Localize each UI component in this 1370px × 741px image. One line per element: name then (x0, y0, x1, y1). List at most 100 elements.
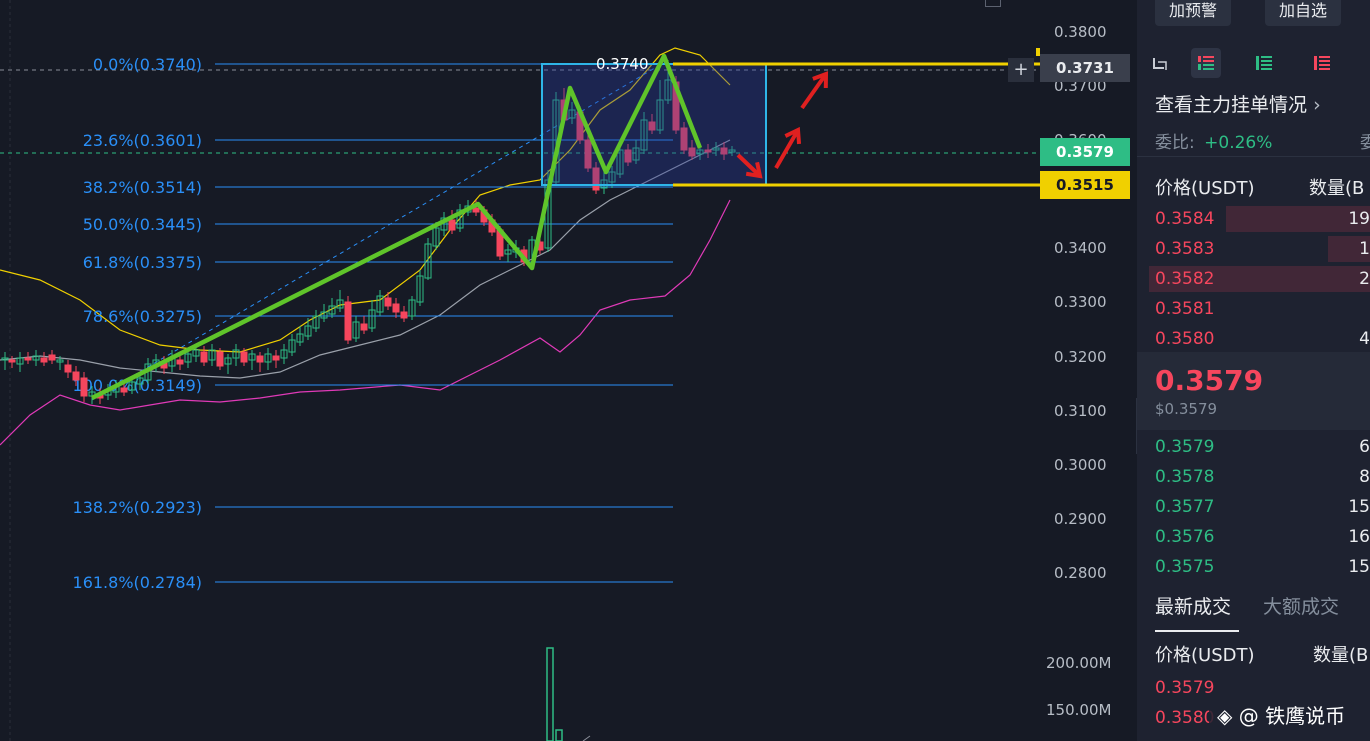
axis-tick: 0.3800 (1054, 23, 1107, 41)
annotations: 0.3740 (90, 48, 1040, 401)
candlestick-chart[interactable]: 0.0%(0.3740) 23.6%(0.3601) 38.2%(0.3514) 50… (0, 0, 1137, 741)
orderbook-bids-icon[interactable] (1249, 48, 1279, 78)
fib-level-label: 0.0%(0.3740) (93, 55, 202, 74)
ratio-right-label: 委 (1360, 133, 1370, 153)
price-axis[interactable]: 0.3800 0.3700 0.3600 0.3500 0.3400 0.330… (1040, 0, 1136, 741)
candle-body (392, 303, 400, 313)
fib-level-label: 161.8%(0.2784) (73, 573, 202, 592)
candle-body (24, 357, 32, 361)
whale-orders-link[interactable]: 查看主力挂单情况 › (1155, 90, 1321, 117)
active-tab-underline (1155, 630, 1239, 632)
candle-body (200, 351, 208, 363)
bid-qty: 6 (1359, 437, 1370, 457)
mid-price: 0.3579 (1155, 364, 1264, 397)
depth-toggle-icon[interactable] (1145, 48, 1175, 78)
candle-body (272, 355, 280, 361)
ask-price: 0.3580 (1155, 329, 1215, 349)
axis-tick: 0.3300 (1054, 293, 1107, 311)
bid-row[interactable]: 0.3579 6 (1137, 432, 1370, 462)
bid-qty: 16 (1348, 527, 1370, 547)
bid-qty: 15 (1348, 557, 1370, 577)
candle-body (64, 364, 72, 373)
ratio-value: +0.26% (1204, 133, 1273, 153)
support-price-tag: 0.3515 (1040, 171, 1130, 199)
volume-bars (546, 647, 591, 741)
candle-body (240, 351, 248, 363)
candle-body (384, 297, 392, 307)
volume-bar (582, 735, 591, 741)
ask-row[interactable]: 0.3581 (1137, 294, 1370, 324)
chart-corner-icon[interactable] (985, 0, 1001, 7)
candle-body (256, 355, 264, 363)
axis-tick: 0.3400 (1054, 239, 1107, 257)
watermark-text: @ 铁鹰说币 (1238, 704, 1346, 728)
bid-row[interactable]: 0.3575 15 (1137, 552, 1370, 582)
last-price-tag: 0.3579 (1040, 138, 1130, 166)
candle-body (80, 377, 88, 397)
watermark: ◈ @ 铁鹰说币 (1209, 700, 1354, 732)
bid-price: 0.3576 (1155, 527, 1215, 547)
bid-price: 0.3579 (1155, 437, 1215, 457)
divider (1137, 156, 1370, 157)
bid-price: 0.3577 (1155, 497, 1215, 517)
ask-price: 0.3582 (1155, 269, 1215, 289)
orderbook-both-icon[interactable] (1191, 48, 1221, 78)
candle-body (120, 387, 128, 393)
candle-body (344, 301, 352, 341)
candle-body (48, 354, 56, 361)
ask-row[interactable]: 0.3584 19 (1137, 204, 1370, 234)
candle-body (360, 323, 368, 331)
bid-price: 0.3575 (1155, 557, 1215, 577)
tab-latest-trades[interactable]: 最新成交 (1155, 592, 1231, 619)
ask-row[interactable]: 0.3582 2 (1137, 264, 1370, 294)
chevron-right-icon: › (1313, 94, 1321, 116)
binance-logo-icon: ◈ (1217, 704, 1239, 728)
candle-body (40, 357, 48, 363)
axis-tick: 0.3100 (1054, 402, 1107, 420)
candle-body (8, 359, 16, 363)
chart-canvas[interactable]: 0.0%(0.3740) 23.6%(0.3601) 38.2%(0.3514) 50… (0, 0, 1040, 741)
ask-qty: 4 (1359, 329, 1370, 349)
ask-price: 0.3581 (1155, 299, 1215, 319)
volume-bar (555, 729, 563, 741)
trades-price-header: 价格(USDT) (1155, 645, 1255, 666)
fib-level-label: 23.6%(0.3601) (83, 131, 202, 150)
ask-qty: 2 (1359, 269, 1370, 289)
candle-body (400, 311, 408, 319)
bid-qty: 15 (1348, 497, 1370, 517)
bid-row[interactable]: 0.3576 16 (1137, 522, 1370, 552)
volume-axis-tick: 200.00M (1046, 654, 1112, 672)
ask-qty: 19 (1348, 209, 1370, 229)
ask-row[interactable]: 0.3580 4 (1137, 324, 1370, 354)
add-alert-button[interactable]: 加预警 (1155, 0, 1232, 26)
tab-large-trades[interactable]: 大额成交 (1263, 592, 1339, 619)
bid-ask-ratio: 委比: +0.26% (1155, 128, 1272, 153)
bid-row[interactable]: 0.3577 15 (1137, 492, 1370, 522)
orderbook-panel: 加预警 加自选 查看主力挂单情况 › 委比: +0.26% 委 价格(USDT)… (1137, 0, 1370, 741)
trade-price: 0.3579 (1155, 678, 1215, 698)
ask-row[interactable]: 0.3583 1 (1137, 234, 1370, 264)
ask-price: 0.3584 (1155, 209, 1215, 229)
fib-level-label: 61.8%(0.3375) (83, 253, 202, 272)
axis-tick: 0.3200 (1054, 348, 1107, 366)
fib-level-label: 78.6%(0.3275) (83, 307, 202, 326)
add-watchlist-button[interactable]: 加自选 (1265, 0, 1342, 26)
axis-tick: 0.3000 (1054, 456, 1107, 474)
orderbook-price-header: 价格(USDT) (1155, 178, 1255, 199)
candle-body (216, 351, 224, 367)
ask-qty: 1 (1359, 239, 1370, 259)
candle-body (472, 207, 480, 213)
axis-tick: 0.2900 (1054, 510, 1107, 528)
orderbook-asks-icon[interactable] (1307, 48, 1337, 78)
fib-level-label: 38.2%(0.3514) (83, 178, 202, 197)
bid-row[interactable]: 0.3578 8 (1137, 462, 1370, 492)
bid-qty: 8 (1359, 467, 1370, 487)
fib-level-label: 138.2%(0.2923) (73, 498, 202, 517)
mid-price-block: 0.3579 $0.3579 (1137, 352, 1370, 430)
volume-axis-tick: 150.00M (1046, 701, 1112, 719)
add-alert-plus-icon[interactable]: + (1008, 58, 1034, 82)
candle-body (72, 371, 80, 381)
fib-level-label: 50.0%(0.3445) (83, 215, 202, 234)
candle-body (176, 359, 184, 365)
consolidation-box (541, 63, 767, 186)
